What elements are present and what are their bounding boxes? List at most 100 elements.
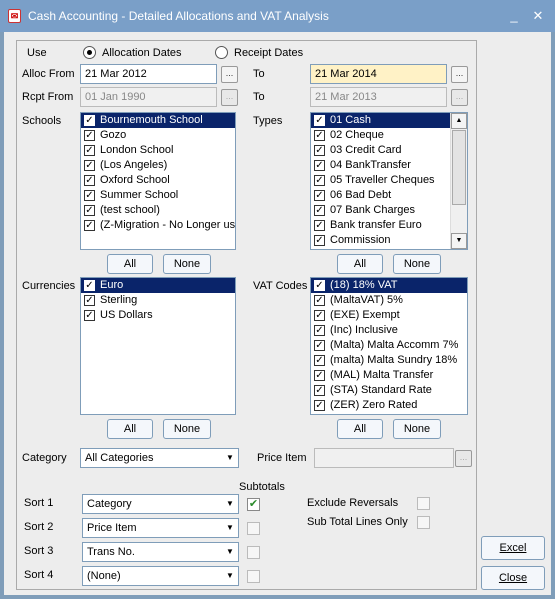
- type-item[interactable]: ✓ 02 Cheque: [311, 128, 467, 143]
- checkbox[interactable]: ✓: [84, 220, 95, 231]
- sort-4-select[interactable]: (None) ▼: [82, 566, 239, 586]
- checkbox[interactable]: ✓: [84, 310, 95, 321]
- chevron-down-icon[interactable]: ▼: [222, 567, 238, 585]
- chevron-down-icon[interactable]: ▼: [222, 519, 238, 537]
- rcpt-from-picker-button[interactable]: ...: [221, 89, 238, 106]
- allocation-dates-label[interactable]: Allocation Dates: [102, 47, 182, 59]
- chevron-down-icon[interactable]: ▼: [222, 495, 238, 513]
- schools-list[interactable]: ✓ Bournemouth School ✓ Gozo ✓ London School ✓ (…: [80, 112, 236, 250]
- checkbox[interactable]: ✓: [84, 130, 95, 141]
- category-select[interactable]: All Categories ▼: [80, 448, 239, 468]
- school-item[interactable]: ✓ London School: [81, 143, 235, 158]
- vat-code-item[interactable]: ✓ (18) 18% VAT: [311, 278, 467, 293]
- vat-none-button[interactable]: None: [393, 419, 441, 439]
- types-list[interactable]: ✓ 01 Cash ✓ 02 Cheque ✓ 03 Credit Card ✓ 04 Ban…: [310, 112, 468, 250]
- checkbox[interactable]: ✓: [84, 115, 95, 126]
- vat-codes-list[interactable]: ✓ (18) 18% VAT ✓ (MaltaVAT) 5% ✓ (EXE) Exempt…: [310, 277, 468, 415]
- checkbox[interactable]: ✓: [84, 205, 95, 216]
- receipt-dates-radio[interactable]: [215, 46, 228, 59]
- alloc-to-picker-button[interactable]: ...: [451, 66, 468, 83]
- checkbox[interactable]: ✓: [314, 325, 325, 336]
- schools-none-button[interactable]: None: [163, 254, 211, 274]
- checkbox[interactable]: ✓: [314, 310, 325, 321]
- schools-all-button[interactable]: All: [107, 254, 153, 274]
- minimize-icon[interactable]: _: [506, 8, 522, 24]
- checkbox[interactable]: ✓: [314, 190, 325, 201]
- checkbox[interactable]: ✓: [314, 175, 325, 186]
- sort-2-subtotal-checkbox[interactable]: [247, 522, 260, 535]
- vat-all-button[interactable]: All: [337, 419, 383, 439]
- vat-code-item[interactable]: ✓ (EXE) Exempt: [311, 308, 467, 323]
- types-scrollbar[interactable]: ▲ ▼: [450, 113, 467, 249]
- excel-button[interactable]: Excel: [481, 536, 545, 560]
- checkbox[interactable]: ✓: [314, 220, 325, 231]
- school-item[interactable]: ✓ Oxford School: [81, 173, 235, 188]
- checkbox[interactable]: ✓: [84, 175, 95, 186]
- receipt-dates-label[interactable]: Receipt Dates: [234, 47, 303, 59]
- types-none-button[interactable]: None: [393, 254, 441, 274]
- rcpt-to-picker-button[interactable]: ...: [451, 89, 468, 106]
- sort-1-select[interactable]: Category ▼: [82, 494, 239, 514]
- checkbox[interactable]: ✓: [314, 160, 325, 171]
- school-item[interactable]: ✓ Gozo: [81, 128, 235, 143]
- currency-item[interactable]: ✓ Euro: [81, 278, 235, 293]
- checkbox[interactable]: ✓: [314, 385, 325, 396]
- checkbox[interactable]: ✓: [314, 235, 325, 246]
- currencies-all-button[interactable]: All: [107, 419, 153, 439]
- alloc-from-picker-button[interactable]: ...: [221, 66, 238, 83]
- currencies-none-button[interactable]: None: [163, 419, 211, 439]
- type-item[interactable]: ✓ 05 Traveller Cheques: [311, 173, 467, 188]
- type-item[interactable]: ✓ 04 BankTransfer: [311, 158, 467, 173]
- sort-3-select[interactable]: Trans No. ▼: [82, 542, 239, 562]
- checkbox[interactable]: ✓: [314, 370, 325, 381]
- type-item[interactable]: ✓ 06 Bad Debt: [311, 188, 467, 203]
- school-item[interactable]: ✓ Bournemouth School: [81, 113, 235, 128]
- checkbox[interactable]: ✓: [314, 400, 325, 411]
- sort-4-subtotal-checkbox[interactable]: [247, 570, 260, 583]
- sort-2-select[interactable]: Price Item ▼: [82, 518, 239, 538]
- type-item[interactable]: ✓ Bank transfer Euro: [311, 218, 467, 233]
- type-item[interactable]: ✓ Commission: [311, 233, 467, 248]
- types-all-button[interactable]: All: [337, 254, 383, 274]
- sub-total-lines-only-checkbox[interactable]: [417, 516, 430, 529]
- vat-code-item[interactable]: ✓ (malta) Malta Sundry 18%: [311, 353, 467, 368]
- school-item[interactable]: ✓ (Los Angeles): [81, 158, 235, 173]
- scroll-down-icon[interactable]: ▼: [451, 233, 467, 249]
- checkbox[interactable]: ✓: [84, 295, 95, 306]
- checkbox[interactable]: ✓: [84, 145, 95, 156]
- alloc-from-field[interactable]: 21 Mar 2012: [80, 64, 217, 84]
- vat-code-item[interactable]: ✓ (STA) Standard Rate: [311, 383, 467, 398]
- chevron-down-icon[interactable]: ▼: [222, 543, 238, 561]
- rcpt-to-field[interactable]: 21 Mar 2013: [310, 87, 447, 107]
- type-item[interactable]: ✓ 03 Credit Card: [311, 143, 467, 158]
- checkbox[interactable]: ✓: [314, 145, 325, 156]
- chevron-down-icon[interactable]: ▼: [222, 449, 238, 467]
- checkbox[interactable]: ✓: [314, 295, 325, 306]
- close-button[interactable]: Close: [481, 566, 545, 590]
- type-item[interactable]: ✓ 01 Cash: [311, 113, 467, 128]
- title-bar[interactable]: ✉ Cash Accounting - Detailed Allocations…: [0, 0, 555, 32]
- scroll-thumb[interactable]: [452, 130, 466, 205]
- vat-code-item[interactable]: ✓ (MAL) Malta Transfer: [311, 368, 467, 383]
- vat-code-item[interactable]: ✓ (MaltaVAT) 5%: [311, 293, 467, 308]
- scroll-up-icon[interactable]: ▲: [451, 113, 467, 129]
- type-item[interactable]: ✓ 07 Bank Charges: [311, 203, 467, 218]
- checkbox[interactable]: ✓: [314, 355, 325, 366]
- price-item-field[interactable]: [314, 448, 454, 468]
- close-icon[interactable]: ✕: [530, 8, 546, 24]
- checkbox[interactable]: ✓: [84, 280, 95, 291]
- vat-code-item[interactable]: ✓ (Inc) Inclusive: [311, 323, 467, 338]
- checkbox[interactable]: ✓: [314, 205, 325, 216]
- price-item-picker-button[interactable]: ...: [455, 450, 472, 467]
- checkbox[interactable]: ✓: [84, 190, 95, 201]
- rcpt-from-field[interactable]: 01 Jan 1990: [80, 87, 217, 107]
- currency-item[interactable]: ✓ US Dollars: [81, 308, 235, 323]
- school-item[interactable]: ✓ (test school): [81, 203, 235, 218]
- allocation-dates-radio[interactable]: [83, 46, 96, 59]
- exclude-reversals-checkbox[interactable]: [417, 497, 430, 510]
- checkbox[interactable]: ✓: [314, 340, 325, 351]
- checkbox[interactable]: ✓: [84, 160, 95, 171]
- school-item[interactable]: ✓ Summer School: [81, 188, 235, 203]
- vat-code-item[interactable]: ✓ (ZER) Zero Rated: [311, 398, 467, 413]
- alloc-to-field[interactable]: 21 Mar 2014: [310, 64, 447, 84]
